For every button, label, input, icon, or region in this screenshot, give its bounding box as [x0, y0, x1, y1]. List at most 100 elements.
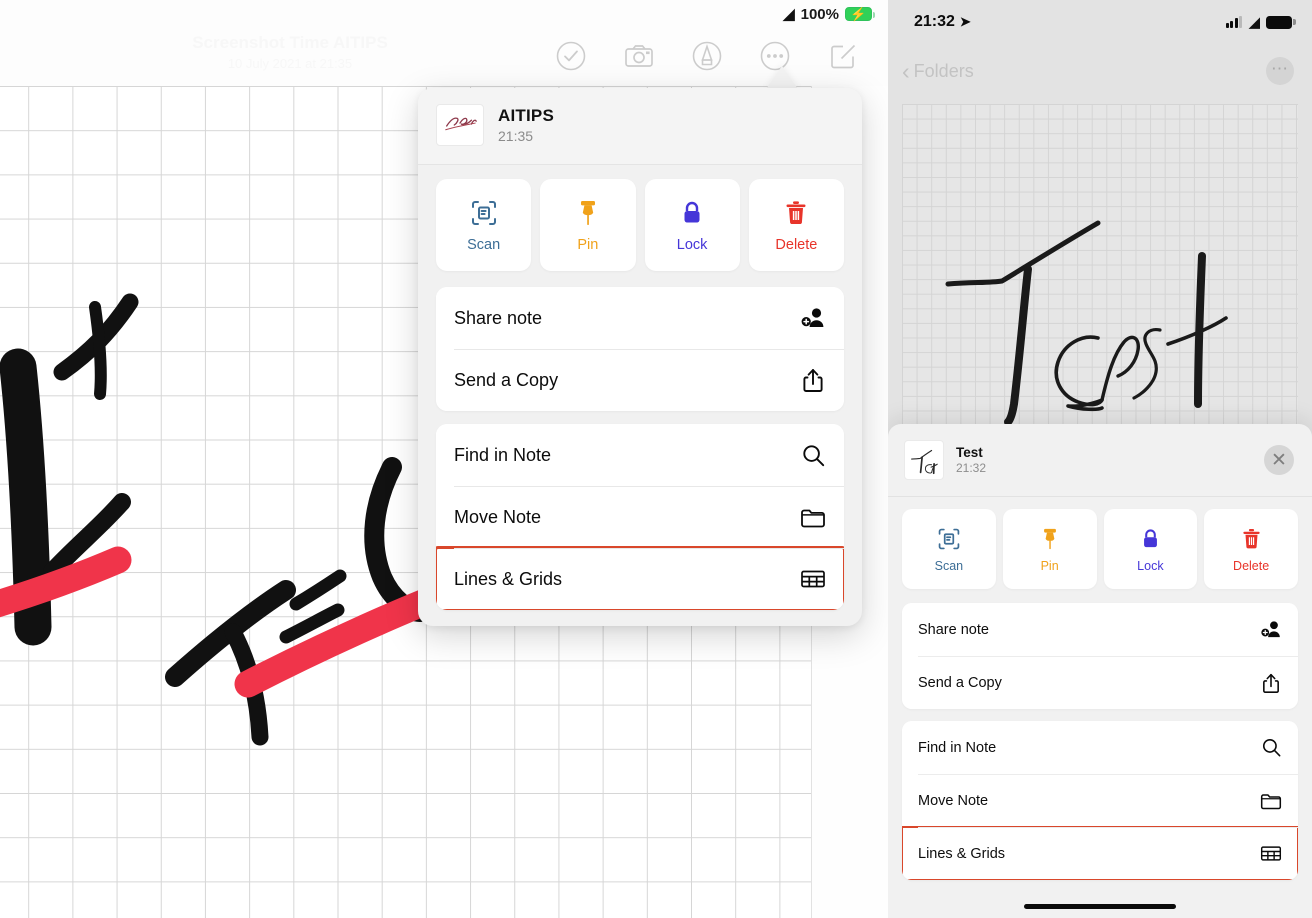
markup-pen-circle-icon[interactable]: [690, 39, 724, 73]
scan-document-icon: [937, 526, 961, 552]
iphone-notes-panel: 21:32 ➤ ◢ ‹ Folders ⋯ Test 21:32 ✕ Scan …: [888, 0, 1312, 918]
pin-button[interactable]: Pin: [1002, 509, 1097, 589]
lock-icon: [1140, 526, 1161, 552]
sheet-menu-group-share: Share note Send a Copy: [902, 603, 1298, 709]
iphone-note-canvas[interactable]: [902, 104, 1298, 430]
iphone-status-bar: 21:32 ➤ ◢: [888, 0, 1312, 44]
popup-pointer-arrow: [766, 66, 798, 89]
compose-icon[interactable]: [826, 39, 860, 73]
magnifier-icon: [800, 442, 826, 468]
trash-icon: [784, 198, 808, 228]
lock-icon: [680, 198, 704, 228]
menu-item-find-in-note[interactable]: Find in Note: [436, 424, 844, 486]
sheet-menu-group-tools: Find in Note Move Note Lines & Grids: [902, 721, 1298, 880]
share-up-icon: [1260, 672, 1282, 694]
iphone-clock: 21:32 ➤: [914, 13, 971, 31]
menu-item-move-note[interactable]: Move Note: [902, 774, 1298, 827]
pin-icon: [1039, 526, 1061, 552]
wifi-icon: ◢: [783, 5, 795, 23]
delete-button[interactable]: Delete: [748, 179, 844, 271]
folder-icon: [1260, 790, 1282, 812]
location-arrow-icon: ➤: [959, 14, 971, 29]
iphone-time-label: 21:32: [914, 13, 955, 30]
magnifier-icon: [1260, 737, 1282, 759]
scan-label: Scan: [467, 236, 501, 253]
screenshot-root: ◢ 100% ⚡ Screenshot Time AITIPS 10 July …: [0, 0, 1312, 918]
ipad-status-bar: ◢ 100% ⚡: [0, 0, 888, 28]
checkmark-circle-icon[interactable]: [554, 39, 588, 73]
battery-charging-icon: ⚡: [845, 7, 875, 21]
menu-item-share-note[interactable]: Share note: [436, 287, 844, 349]
share-note-label: Share note: [454, 307, 543, 328]
lock-button[interactable]: Lock: [1103, 509, 1198, 589]
cellular-signal-icon: [1225, 16, 1243, 28]
delete-button[interactable]: Delete: [1204, 509, 1298, 589]
menu-item-send-copy[interactable]: Send a Copy: [436, 349, 844, 411]
lock-button[interactable]: Lock: [644, 179, 740, 271]
sheet-note-title: Test: [956, 445, 983, 460]
popup-note-header: AITIPS 21:35: [418, 88, 862, 165]
lock-label: Lock: [676, 236, 708, 253]
sheet-quick-actions: Scan Pin Lock Delete: [888, 497, 1312, 603]
menu-item-move-note[interactable]: Move Note: [436, 486, 844, 548]
menu-item-find-in-note[interactable]: Find in Note: [902, 721, 1298, 774]
battery-full-icon: [1266, 15, 1296, 29]
move-note-label: Move Note: [918, 792, 989, 809]
popup-note-time: 21:35: [498, 128, 534, 144]
close-icon[interactable]: ✕: [1264, 445, 1294, 475]
ellipsis-circle-icon[interactable]: ⋯: [1266, 57, 1294, 85]
menu-item-send-copy[interactable]: Send a Copy: [902, 656, 1298, 709]
grid-table-icon: [1260, 843, 1282, 865]
find-in-note-label: Find in Note: [454, 444, 552, 465]
home-indicator: [1024, 903, 1176, 909]
grid-table-icon: [800, 566, 826, 592]
handwriting-ink-right: [945, 220, 1228, 426]
folder-icon: [800, 504, 826, 530]
menu-item-lines-and-grids[interactable]: Lines & Grids: [902, 826, 1298, 880]
handwriting-thumbnail: [904, 440, 944, 480]
share-up-icon: [800, 367, 826, 393]
back-to-folders-button[interactable]: ‹ Folders: [902, 57, 974, 84]
menu-item-lines-and-grids[interactable]: Lines & Grids: [436, 546, 844, 610]
lines-and-grids-label: Lines & Grids: [918, 845, 1006, 862]
pin-label: Pin: [1040, 558, 1059, 573]
popup-note-title: AITIPS: [498, 106, 554, 125]
lock-label: Lock: [1137, 558, 1164, 573]
note-options-popup: AITIPS 21:35 Scan Pin Lock Delete Share …: [418, 88, 862, 626]
popup-menu-group-share: Share note Send a Copy: [436, 287, 844, 411]
person-add-icon: [800, 305, 826, 331]
scan-label: Scan: [934, 558, 964, 573]
popup-menu-group-tools: Find in Note Move Note Lines & Grids: [436, 424, 844, 610]
scan-document-icon: [470, 198, 498, 228]
lines-and-grids-label: Lines & Grids: [454, 568, 563, 589]
wifi-icon: ◢: [1248, 13, 1260, 31]
trash-icon: [1241, 526, 1262, 552]
sheet-note-header: Test 21:32 ✕: [888, 424, 1312, 497]
ipad-notes-panel: ◢ 100% ⚡ Screenshot Time AITIPS 10 July …: [0, 0, 888, 918]
handwriting-thumbnail: [436, 104, 484, 146]
iphone-status-icons: ◢: [1225, 13, 1296, 31]
pin-label: Pin: [577, 236, 599, 253]
scan-button[interactable]: Scan: [436, 179, 532, 271]
send-copy-label: Send a Copy: [918, 674, 1002, 691]
battery-percent-label: 100%: [800, 5, 839, 23]
find-in-note-label: Find in Note: [918, 739, 997, 756]
iphone-nav-bar: ‹ Folders ⋯: [888, 48, 1312, 94]
popup-quick-actions: Scan Pin Lock Delete: [418, 165, 862, 287]
pin-button[interactable]: Pin: [540, 179, 636, 271]
delete-label: Delete: [775, 236, 818, 253]
pin-icon: [575, 198, 601, 228]
back-label: Folders: [913, 60, 974, 81]
note-options-sheet: Test 21:32 ✕ Scan Pin Lock Delete Share …: [888, 424, 1312, 918]
scan-button[interactable]: Scan: [902, 509, 996, 589]
send-copy-label: Send a Copy: [454, 369, 559, 390]
share-note-label: Share note: [918, 621, 989, 638]
delete-label: Delete: [1233, 558, 1270, 573]
move-note-label: Move Note: [454, 506, 542, 527]
chevron-left-icon: ‹: [902, 57, 910, 84]
ipad-note-toolbar: [0, 30, 888, 82]
person-add-icon: [1260, 619, 1282, 641]
sheet-note-time: 21:32: [956, 461, 987, 475]
camera-icon[interactable]: [622, 39, 656, 73]
menu-item-share-note[interactable]: Share note: [902, 603, 1298, 656]
